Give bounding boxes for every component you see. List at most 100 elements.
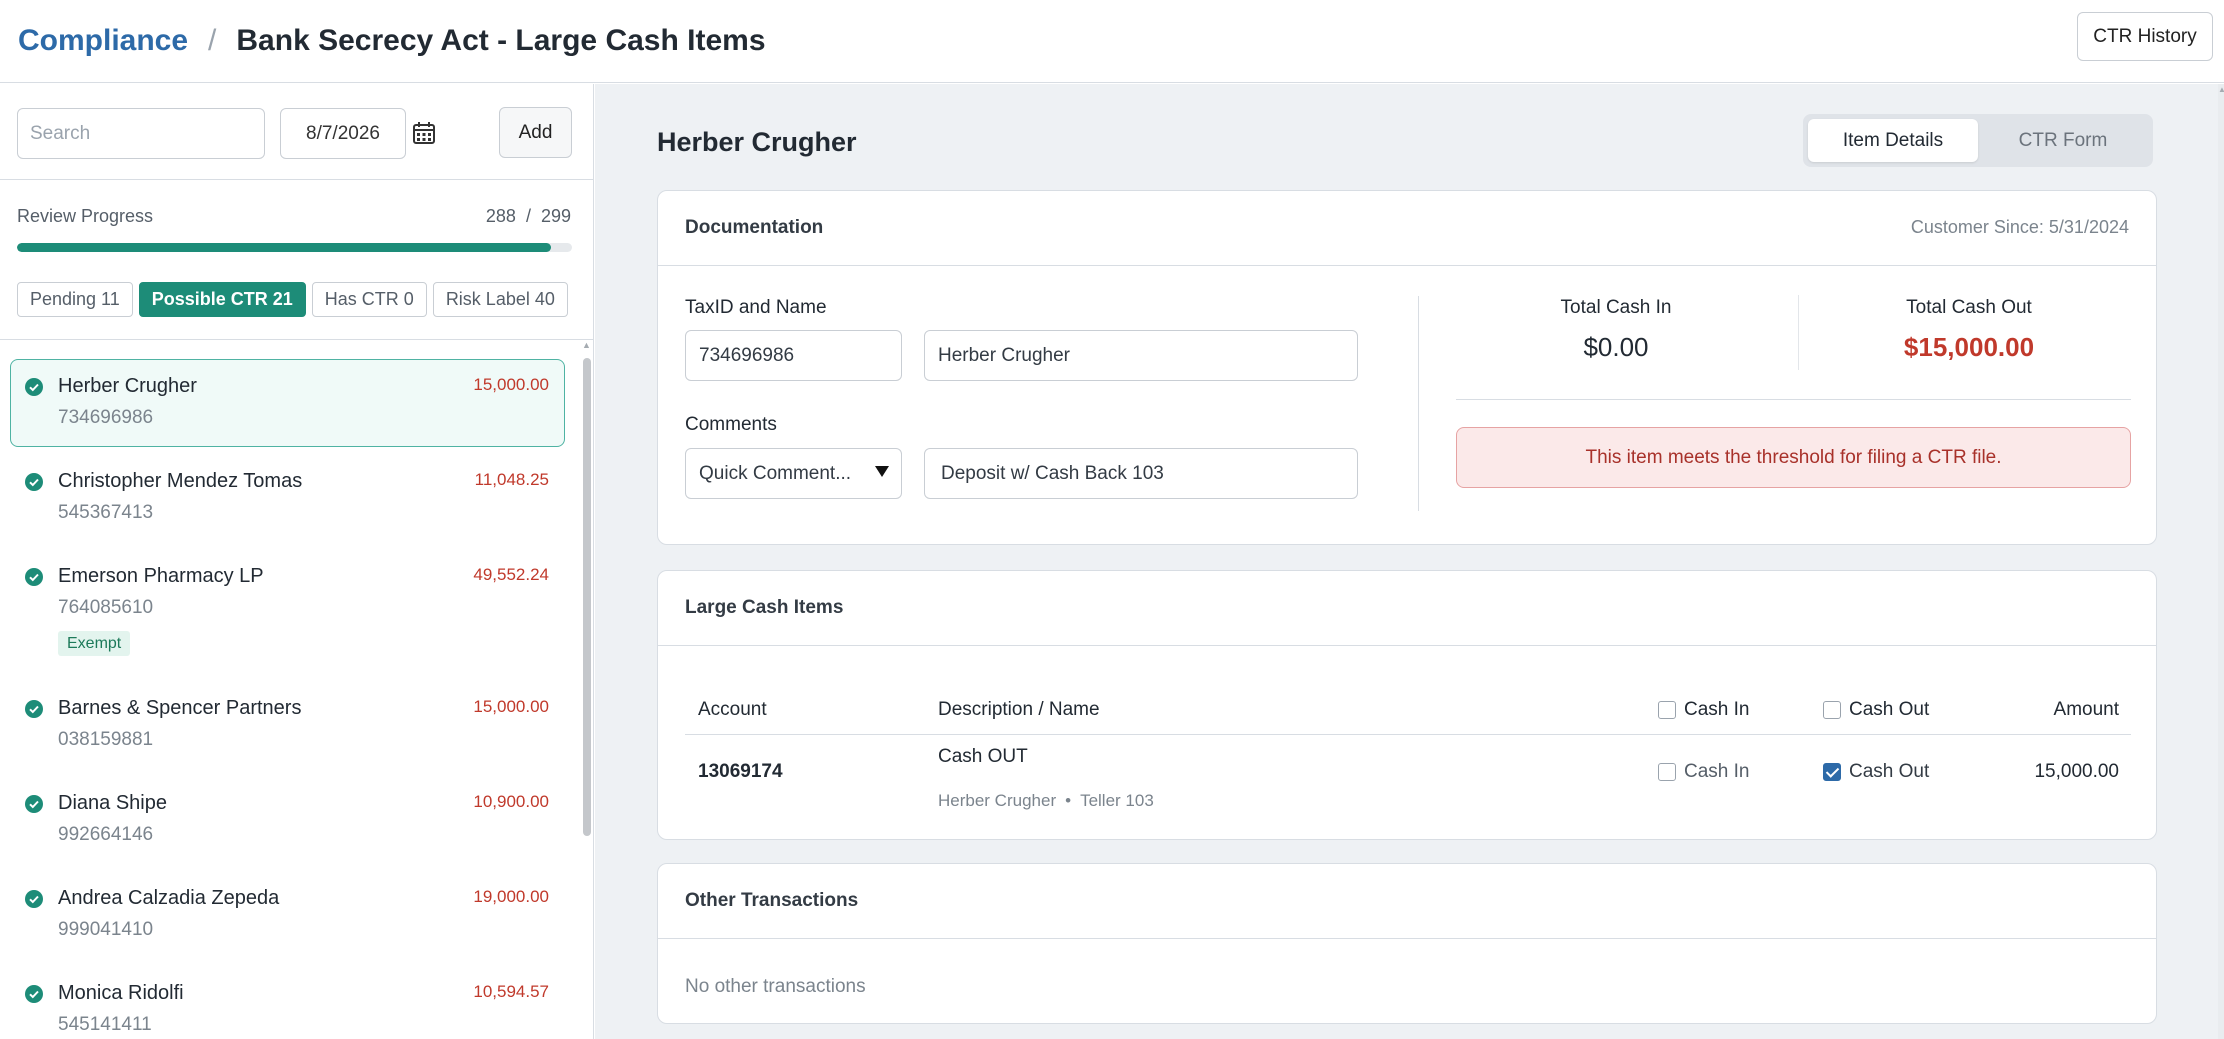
- documentation-title: Documentation: [685, 217, 824, 238]
- list-item-id: 999041410: [58, 919, 154, 940]
- taxid-label: TaxID and Name: [685, 297, 827, 318]
- list-item-id: 545141411: [58, 1014, 152, 1035]
- row-cash-out[interactable]: Cash Out: [1823, 761, 1929, 783]
- list-item-amount: 19,000.00: [473, 887, 549, 906]
- row-cash-in[interactable]: Cash In: [1658, 761, 1749, 783]
- taxid-field[interactable]: 734696986: [685, 330, 902, 381]
- review-progress-label: Review Progress: [17, 206, 154, 226]
- view-tabs: Item Details CTR Form: [1803, 114, 2153, 167]
- row-sub-name: Herber Crugher: [938, 791, 1057, 810]
- quick-comment-value: Quick Comment...: [699, 462, 852, 484]
- divider: [0, 339, 593, 340]
- list-item-name: Emerson Pharmacy LP: [58, 565, 264, 587]
- list-item-amount: 11,048.25: [474, 470, 549, 489]
- row-cash-in-checkbox[interactable]: [1658, 763, 1676, 781]
- cash-out-header-checkbox[interactable]: [1823, 701, 1841, 719]
- table-header-divider: [685, 734, 2131, 735]
- page-title: Bank Secrecy Act - Large Cash Items: [236, 24, 766, 57]
- list-item-id: 038159881: [58, 729, 154, 750]
- divider: [1418, 296, 1419, 511]
- page-scrollbar[interactable]: [2218, 84, 2224, 1039]
- progress-slash: /: [525, 206, 531, 226]
- add-button[interactable]: Add: [499, 107, 572, 158]
- comments-label: Comments: [685, 414, 777, 435]
- row-cash-in-label: Cash In: [1684, 761, 1750, 782]
- check-circle-icon: [25, 378, 43, 396]
- list-item[interactable]: Diana Shipe 992664146 10,900.00: [10, 776, 565, 871]
- list-item-amount: 10,900.00: [473, 792, 549, 811]
- breadcrumb-separator: /: [208, 24, 217, 57]
- row-description: Cash OUT: [938, 746, 1028, 767]
- sidebar-controls: Add: [0, 84, 593, 180]
- divider: [1798, 295, 1799, 370]
- total-cash-in-label: Total Cash In: [1560, 297, 1672, 318]
- list-item-amount: 49,552.24: [473, 565, 549, 584]
- customer-since: Customer Since: 5/31/2024: [1910, 217, 2129, 237]
- list-item[interactable]: Monica Ridolfi 545141411 10,594.57: [10, 966, 565, 1039]
- sidebar: Add Review Progress 288 / 299 Pending 11 P…: [0, 84, 594, 1039]
- list-item-id: 992664146: [58, 824, 154, 845]
- list-item[interactable]: Barnes & Spencer Partners 038159881 15,0…: [10, 681, 565, 776]
- filter-pending[interactable]: Pending 11: [17, 282, 133, 317]
- ctr-history-button[interactable]: CTR History: [2077, 12, 2213, 61]
- search-input[interactable]: [17, 108, 265, 159]
- list-item-amount: 15,000.00: [473, 697, 549, 716]
- check-circle-icon: [25, 890, 43, 908]
- col-description: Description / Name: [938, 699, 1100, 720]
- scroll-up-arrow-icon[interactable]: ▲: [582, 340, 591, 350]
- top-header: Compliance / Bank Secrecy Act - Large Ca…: [0, 0, 2224, 83]
- review-progress-count: 288 / 299: [486, 206, 571, 227]
- list-item-amount: 10,594.57: [473, 982, 549, 1001]
- review-progress-fill: [17, 243, 552, 252]
- filter-possible-ctr[interactable]: Possible CTR 21: [138, 282, 306, 317]
- list-scrollbar[interactable]: ▲: [582, 340, 591, 1039]
- calendar-icon[interactable]: [412, 121, 436, 145]
- scroll-thumb[interactable]: [583, 358, 591, 836]
- list-item[interactable]: Emerson Pharmacy LP 764085610 49,552.24 …: [10, 549, 565, 681]
- col-cash-out-label: Cash Out: [1849, 699, 1930, 720]
- filter-risk-label[interactable]: Risk Label 40: [432, 282, 568, 317]
- date-input[interactable]: [280, 108, 406, 159]
- main-panel: Herber Crugher Item Details CTR Form Doc…: [595, 84, 2224, 1039]
- tab-ctr-form[interactable]: CTR Form: [1978, 119, 2148, 162]
- comment-field[interactable]: Deposit w/ Cash Back 103: [924, 448, 1358, 499]
- list-item-name: Andrea Calzadia Zepeda: [58, 887, 280, 909]
- list-item-id: 734696986: [58, 407, 154, 428]
- card-header: Other Transactions: [658, 864, 2156, 939]
- list-item[interactable]: Christopher Mendez Tomas 545367413 11,04…: [10, 454, 565, 549]
- breadcrumb-compliance-link[interactable]: Compliance: [18, 24, 188, 58]
- total-cash-out-label: Total Cash Out: [1906, 297, 2032, 318]
- exempt-badge: Exempt: [58, 631, 131, 656]
- list-item[interactable]: Andrea Calzadia Zepeda 999041410 19,000.…: [10, 871, 565, 966]
- tab-item-details[interactable]: Item Details: [1808, 119, 1978, 162]
- col-amount: Amount: [2053, 699, 2119, 720]
- col-cash-out[interactable]: Cash Out: [1823, 699, 1929, 721]
- divider: [1456, 399, 2131, 400]
- row-amount: 15,000.00: [2034, 761, 2119, 782]
- row-sub: Herber Crugher • Teller 103: [938, 791, 1154, 811]
- list-item-name: Barnes & Spencer Partners: [58, 697, 302, 719]
- card-header: Large Cash Items: [658, 571, 2156, 646]
- row-sub-teller: Teller 103: [1080, 791, 1154, 810]
- cash-in-header-checkbox[interactable]: [1658, 701, 1676, 719]
- col-account: Account: [698, 699, 767, 720]
- filter-has-ctr[interactable]: Has CTR 0: [311, 282, 427, 317]
- quick-comment-select[interactable]: Quick Comment...: [685, 448, 902, 499]
- check-circle-icon: [25, 568, 43, 586]
- large-cash-items-card: Large Cash Items Account Description / N…: [657, 570, 2157, 840]
- row-cash-out-checkbox[interactable]: [1823, 763, 1841, 781]
- documentation-card: Documentation Customer Since: 5/31/2024 …: [657, 190, 2157, 545]
- list-item-name: Diana Shipe: [58, 792, 167, 814]
- dropdown-arrow-icon: [875, 466, 889, 477]
- total-cash-out-value: $15,000.00: [1903, 332, 2035, 362]
- col-cash-in[interactable]: Cash In: [1658, 699, 1749, 721]
- check-circle-icon: [25, 700, 43, 718]
- row-account: 13069174: [698, 761, 783, 782]
- name-field[interactable]: Herber Crugher: [924, 330, 1358, 381]
- other-transactions-card: Other Transactions No other transactions: [657, 863, 2157, 1024]
- list-item-amount: 15,000.00: [473, 375, 549, 394]
- list-item-name: Monica Ridolfi: [58, 982, 184, 1004]
- progress-done: 288: [485, 206, 516, 226]
- list-item[interactable]: Herber Crugher 734696986 15,000.00: [10, 359, 565, 447]
- page-scroll-up-arrow-icon[interactable]: ▲: [2218, 86, 2224, 94]
